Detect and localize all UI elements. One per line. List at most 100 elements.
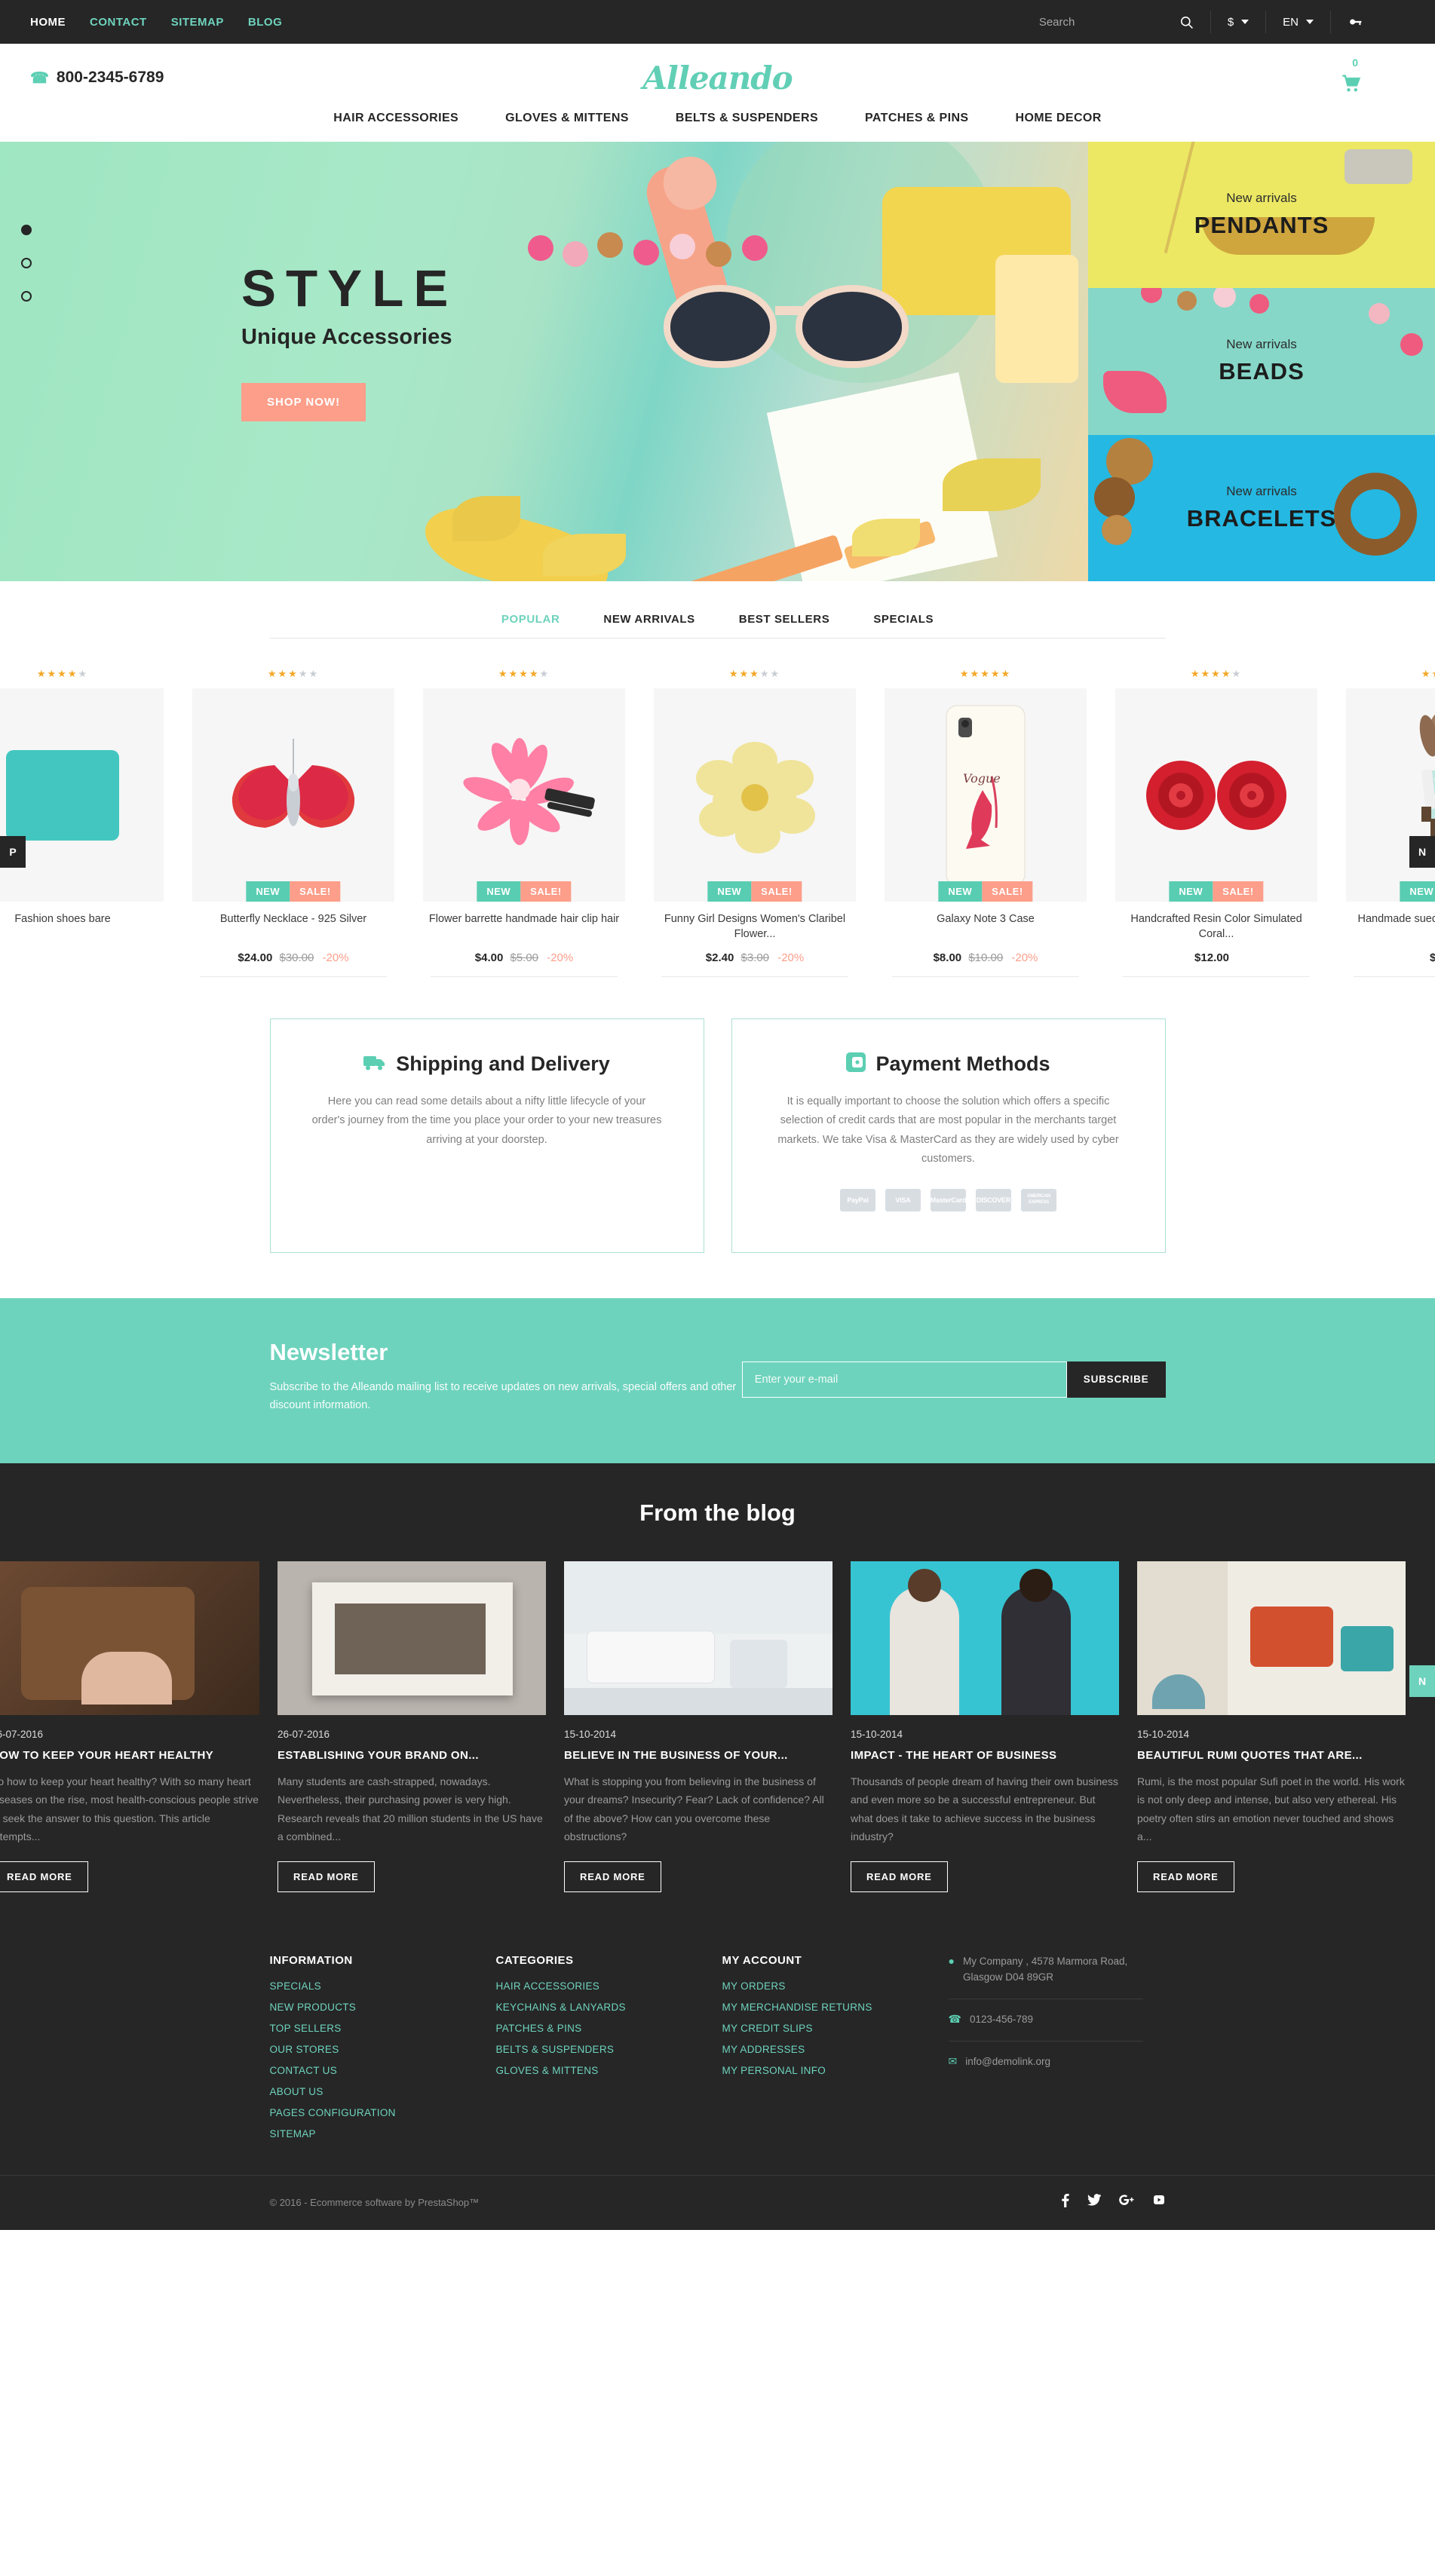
youtube-icon[interactable] — [1152, 2194, 1166, 2211]
product-price: $2.40 $3.00 -20% — [654, 951, 856, 964]
footer-link-pages-configuration[interactable]: PAGES CONFIGURATION — [270, 2107, 474, 2118]
promo-banner-pendants[interactable]: New arrivals PENDANTS — [1088, 142, 1435, 289]
cart-button[interactable]: 0 — [1314, 57, 1363, 99]
google-plus-icon[interactable] — [1118, 2194, 1134, 2211]
site-footer: INFORMATION SPECIALS NEW PRODUCTS TOP SE… — [0, 1934, 1435, 2230]
facebook-icon[interactable] — [1061, 2194, 1069, 2211]
footer-link-my-credit-slips[interactable]: MY CREDIT SLIPS — [722, 2023, 926, 2034]
footer-link-top-sellers[interactable]: TOP SELLERS — [270, 2023, 474, 2034]
carousel-next-button[interactable]: N — [1409, 836, 1435, 868]
footer-link-hair-accessories[interactable]: HAIR ACCESSORIES — [496, 1980, 700, 1992]
product-card[interactable]: ★★★★★ — [423, 669, 625, 985]
footer-link-belts-suspenders[interactable]: BELTS & SUSPENDERS — [496, 2044, 700, 2055]
newsletter-section: Newsletter Subscribe to the Alleando mai… — [0, 1297, 1435, 1463]
social-links — [1061, 2194, 1166, 2211]
nav-item-home-decor[interactable]: HOME DECOR — [1015, 112, 1101, 124]
blog-post[interactable]: 15-10-2014 IMPACT - THE HEART OF BUSINES… — [851, 1561, 1119, 1892]
footer-link-my-orders[interactable]: MY ORDERS — [722, 1980, 926, 1992]
footer-link-patches-pins[interactable]: PATCHES & PINS — [496, 2023, 700, 2034]
login-key-icon[interactable] — [1348, 14, 1363, 29]
top-nav: HOME CONTACT SITEMAP BLOG — [30, 16, 282, 29]
footer-column-information: INFORMATION SPECIALS NEW PRODUCTS TOP SE… — [270, 1954, 496, 2149]
footer-link-about-us[interactable]: ABOUT US — [270, 2086, 474, 2097]
blog-post-title: BEAUTIFUL RUMI QUOTES THAT ARE... — [1137, 1748, 1363, 1762]
top-nav-home[interactable]: HOME — [30, 16, 66, 29]
promo-banner-bracelets[interactable]: New arrivals BRACELETS — [1088, 434, 1435, 581]
promo-banner-beads[interactable]: New arrivals BEADS — [1088, 288, 1435, 435]
badge-sale: SALE! — [751, 881, 802, 902]
blog-post[interactable]: 26-07-2016 ESTABLISHING YOUR BRAND ON...… — [277, 1561, 546, 1892]
tab-specials[interactable]: SPECIALS — [873, 613, 934, 626]
footer-link-gloves-mittens[interactable]: GLOVES & MITTENS — [496, 2065, 700, 2076]
nav-item-gloves-mittens[interactable]: GLOVES & MITTENS — [505, 112, 629, 124]
product-image: NEW SALE! — [1115, 688, 1317, 902]
price-current: $4.00 — [474, 951, 504, 964]
price-discount: -20% — [777, 951, 805, 964]
read-more-button[interactable]: READ MORE — [1137, 1861, 1234, 1892]
hero-caption: STYLE Unique Accessories SHOP NOW! — [241, 262, 664, 421]
top-nav-contact[interactable]: CONTACT — [90, 16, 147, 29]
page-root: HOME CONTACT SITEMAP BLOG $ — [0, 0, 1435, 2230]
product-card[interactable]: ★★★★★ — [1346, 669, 1435, 985]
footer-link-our-stores[interactable]: OUR STORES — [270, 2044, 474, 2055]
product-card[interactable]: ★★★★★ — [654, 669, 856, 985]
read-more-button[interactable]: READ MORE — [851, 1861, 948, 1892]
price-current: $21.00 — [1430, 951, 1435, 964]
product-card[interactable]: ★★★★★ NEW SALE! Butterfly Necklace - 925… — [192, 669, 394, 985]
footer-link-my-personal-info[interactable]: MY PERSONAL INFO — [722, 2065, 926, 2076]
footer-email[interactable]: ✉ info@demolink.org — [949, 2054, 1143, 2070]
tab-popular[interactable]: POPULAR — [501, 613, 560, 626]
price-current: $24.00 — [238, 951, 273, 964]
blog-post-date: 15-10-2014 — [851, 1728, 903, 1740]
hero-promo-column: New arrivals PENDANTS New arrivals BEADS — [1088, 142, 1435, 581]
nav-item-patches-pins[interactable]: PATCHES & PINS — [865, 112, 968, 124]
currency-dropdown[interactable]: $ — [1228, 16, 1249, 29]
footer-link-my-addresses[interactable]: MY ADDRESSES — [722, 2044, 926, 2055]
hero-dot-2[interactable] — [21, 258, 32, 268]
read-more-button[interactable]: READ MORE — [0, 1861, 88, 1892]
nav-item-belts-suspenders[interactable]: BELTS & SUSPENDERS — [676, 112, 818, 124]
footer-link-my-merchandise-returns[interactable]: MY MERCHANDISE RETURNS — [722, 2002, 926, 2013]
search-input[interactable] — [1038, 15, 1152, 29]
blog-post-excerpt: Many students are cash-strapped, nowaday… — [277, 1775, 543, 1843]
footer-link-keychains-lanyards[interactable]: KEYCHAINS & LANYARDS — [496, 2002, 700, 2013]
blog-post-image — [851, 1561, 1119, 1715]
footer-link-specials[interactable]: SPECIALS — [270, 1980, 474, 1992]
badge-sale: SALE! — [520, 881, 572, 902]
footer-phone-text: 0123-456-789 — [969, 2013, 1034, 2025]
blog-post-title: IMPACT - THE HEART OF BUSINESS — [851, 1748, 1057, 1762]
blog-post[interactable]: 26-07-2016 HOW TO KEEP YOUR HEART HEALTH… — [0, 1561, 259, 1892]
read-more-button[interactable]: READ MORE — [277, 1861, 375, 1892]
language-dropdown[interactable]: EN — [1283, 16, 1314, 29]
subscribe-button[interactable]: SUBSCRIBE — [1066, 1361, 1166, 1398]
blog-post[interactable]: 15-10-2014 BEAUTIFUL RUMI QUOTES THAT AR… — [1137, 1561, 1406, 1892]
site-logo[interactable]: Alleando — [642, 60, 793, 96]
newsletter-email-input[interactable] — [741, 1361, 1067, 1398]
top-nav-sitemap[interactable]: SITEMAP — [171, 16, 224, 29]
language-value: EN — [1283, 15, 1299, 29]
price-old: $3.00 — [740, 951, 770, 964]
twitter-icon[interactable] — [1087, 2194, 1101, 2211]
product-card[interactable]: ★★★★★ Vogue NEW SALE! Galaxy Note 3 Case… — [885, 669, 1087, 985]
visa-logo: VISA — [885, 1188, 921, 1211]
shop-now-button[interactable]: SHOP NOW! — [241, 383, 366, 421]
top-nav-blog[interactable]: BLOG — [248, 16, 282, 29]
footer-phone[interactable]: ☎ 0123-456-789 — [949, 2012, 1143, 2028]
tab-new-arrivals[interactable]: NEW ARRIVALS — [603, 613, 695, 626]
read-more-button[interactable]: READ MORE — [564, 1861, 661, 1892]
product-card[interactable]: ★★★★★ Fashion shoes bare — [0, 669, 164, 985]
product-image: NEW SALE! — [1346, 688, 1435, 902]
carousel-prev-button[interactable]: P — [0, 836, 26, 868]
footer-link-contact-us[interactable]: CONTACT US — [270, 2065, 474, 2076]
footer-link-new-products[interactable]: NEW PRODUCTS — [270, 2002, 474, 2013]
nav-item-hair-accessories[interactable]: HAIR ACCESSORIES — [333, 112, 458, 124]
footer-link-sitemap[interactable]: SITEMAP — [270, 2128, 474, 2140]
hero-dot-3[interactable] — [21, 291, 32, 302]
blog-next-button[interactable]: N — [1409, 1665, 1435, 1697]
header-phone[interactable]: ☎ 800-2345-6789 — [30, 69, 164, 87]
search-icon[interactable] — [1179, 15, 1194, 29]
product-card[interactable]: ★★★★★ — [1115, 669, 1317, 985]
tab-best-sellers[interactable]: BEST SELLERS — [739, 613, 830, 626]
hero-dot-1[interactable] — [21, 225, 32, 235]
blog-post[interactable]: 15-10-2014 BELIEVE IN THE BUSINESS OF YO… — [564, 1561, 832, 1892]
